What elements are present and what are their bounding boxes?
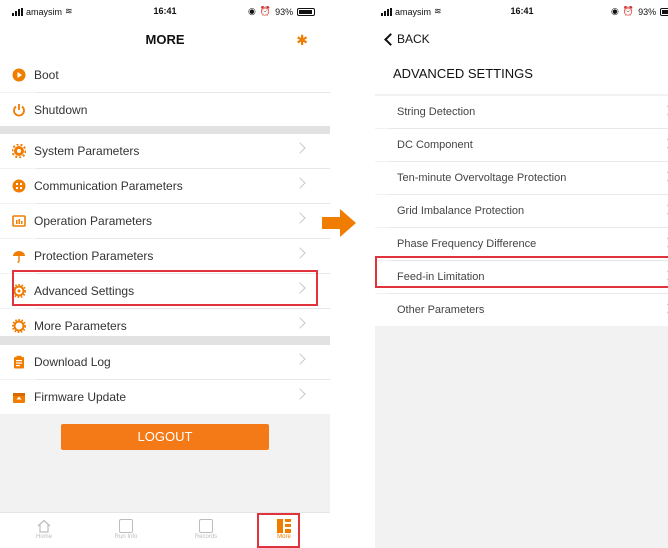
arrow-right-icon [322, 209, 356, 237]
menu-item-protection-parameters[interactable]: Protection Parameters [0, 239, 330, 273]
tab-home[interactable]: Home [4, 513, 84, 548]
logout-button[interactable]: LOGOUT [61, 424, 269, 450]
battery-percent: 93% [275, 6, 294, 17]
chevron-right-icon [662, 138, 668, 149]
bluetooth-icon[interactable]: ✱ [296, 32, 308, 49]
highlight-box-feed-in-limitation [375, 256, 668, 288]
chevron-right-icon [662, 105, 668, 116]
carrier-name: amaysim [395, 6, 432, 17]
back-label: BACK [397, 32, 430, 46]
status-time: 16:41 [510, 6, 534, 16]
setting-label: DC Component [397, 139, 473, 151]
tab-label: Records [194, 534, 218, 540]
status-bar: amaysim ≋ 16:41 ◉ ⏰ 93% [0, 0, 330, 22]
menu-item-label: Boot [34, 68, 59, 82]
monitor-icon [119, 519, 133, 533]
setting-label: Ten-minute Overvoltage Protection [397, 172, 567, 184]
operation-icon [12, 214, 26, 228]
home-icon [37, 519, 51, 533]
tab-label: Home [35, 534, 52, 540]
setting-label: Phase Frequency Difference [397, 238, 537, 250]
upgrade-icon [12, 390, 26, 404]
setting-ten-minute-overvoltage[interactable]: Ten-minute Overvoltage Protection [375, 162, 668, 194]
menu-item-system-parameters[interactable]: System Parameters [0, 134, 330, 168]
nav-bar: MORE ✱ [0, 22, 330, 58]
page-title: ADVANCED SETTINGS [375, 58, 668, 94]
setting-dc-component[interactable]: DC Component [375, 129, 668, 161]
menu-item-download-log[interactable]: Download Log [0, 345, 330, 379]
chevron-right-icon [662, 237, 668, 248]
power-icon [12, 103, 26, 117]
gear-icon [12, 144, 26, 158]
advanced-settings-screen: amaysim ≋ 16:41 ◉ ⏰ 93% BACK ADVANCED SE… [375, 0, 668, 548]
menu-item-label: Protection Parameters [34, 249, 154, 263]
menu-item-label: Firmware Update [34, 390, 127, 404]
chevron-left-icon [384, 32, 397, 46]
menu-item-label: Operation Parameters [34, 214, 153, 228]
battery-icon [660, 7, 668, 16]
setting-other-parameters[interactable]: Other Parameters [375, 294, 668, 326]
chevron-right-icon [294, 353, 306, 365]
wifi-icon: ≋ [434, 6, 442, 16]
rotation-lock-icon: ◉ [611, 6, 619, 16]
page-title: MORE [145, 32, 185, 47]
rotation-lock-icon: ◉ [248, 6, 256, 16]
umbrella-icon [12, 249, 26, 263]
alarm-icon: ⏰ [622, 6, 635, 16]
chevron-right-icon [294, 177, 306, 189]
communication-icon [12, 179, 26, 193]
menu-item-shutdown[interactable]: Shutdown [0, 93, 330, 127]
wifi-icon: ≋ [65, 6, 73, 16]
menu-item-firmware-update[interactable]: Firmware Update [0, 380, 330, 414]
chevron-right-icon [294, 247, 306, 259]
back-button[interactable]: BACK [383, 32, 430, 46]
chevron-right-icon [662, 171, 668, 182]
chevron-right-icon [294, 317, 306, 329]
tab-run-info[interactable]: Run Info [86, 513, 166, 548]
highlight-box-advanced-settings [12, 270, 318, 306]
status-bar: amaysim ≋ 16:41 ◉ ⏰ 93% [375, 0, 668, 22]
setting-string-detection[interactable]: String Detection [375, 96, 668, 128]
menu-item-label: Shutdown [34, 103, 88, 117]
tab-label: Run Info [114, 534, 138, 540]
power-on-icon [12, 68, 26, 82]
chevron-right-icon [294, 388, 306, 400]
status-time: 16:41 [153, 6, 177, 16]
chevron-right-icon [662, 303, 668, 314]
clipboard-icon [12, 355, 26, 369]
menu-item-label: More Parameters [34, 319, 127, 333]
menu-item-label: System Parameters [34, 144, 140, 158]
battery-percent: 93% [638, 6, 657, 17]
chevron-right-icon [662, 204, 668, 215]
section-gap [0, 336, 330, 345]
alarm-icon: ⏰ [259, 6, 272, 16]
chevron-right-icon [294, 142, 306, 154]
menu-item-label: Communication Parameters [34, 179, 183, 193]
menu-item-label: Download Log [34, 355, 111, 369]
records-icon [199, 519, 213, 533]
more-screen: amaysim ≋ 16:41 ◉ ⏰ 93% MORE ✱ Boot Shut… [0, 0, 330, 548]
menu-item-boot[interactable]: Boot [0, 58, 330, 92]
tab-records[interactable]: Records [166, 513, 246, 548]
signal-icon [381, 7, 392, 16]
carrier-name: amaysim [26, 6, 63, 17]
menu-item-communication-parameters[interactable]: Communication Parameters [0, 169, 330, 203]
more-gear-icon [12, 319, 26, 333]
battery-icon [297, 7, 316, 16]
signal-icon [12, 7, 23, 16]
chevron-right-icon [294, 212, 306, 224]
setting-grid-imbalance[interactable]: Grid Imbalance Protection [375, 195, 668, 227]
setting-label: Grid Imbalance Protection [397, 205, 525, 217]
setting-label: String Detection [397, 106, 476, 118]
menu-item-operation-parameters[interactable]: Operation Parameters [0, 204, 330, 238]
setting-label: Other Parameters [397, 304, 485, 316]
highlight-box-more-tab [257, 513, 300, 548]
